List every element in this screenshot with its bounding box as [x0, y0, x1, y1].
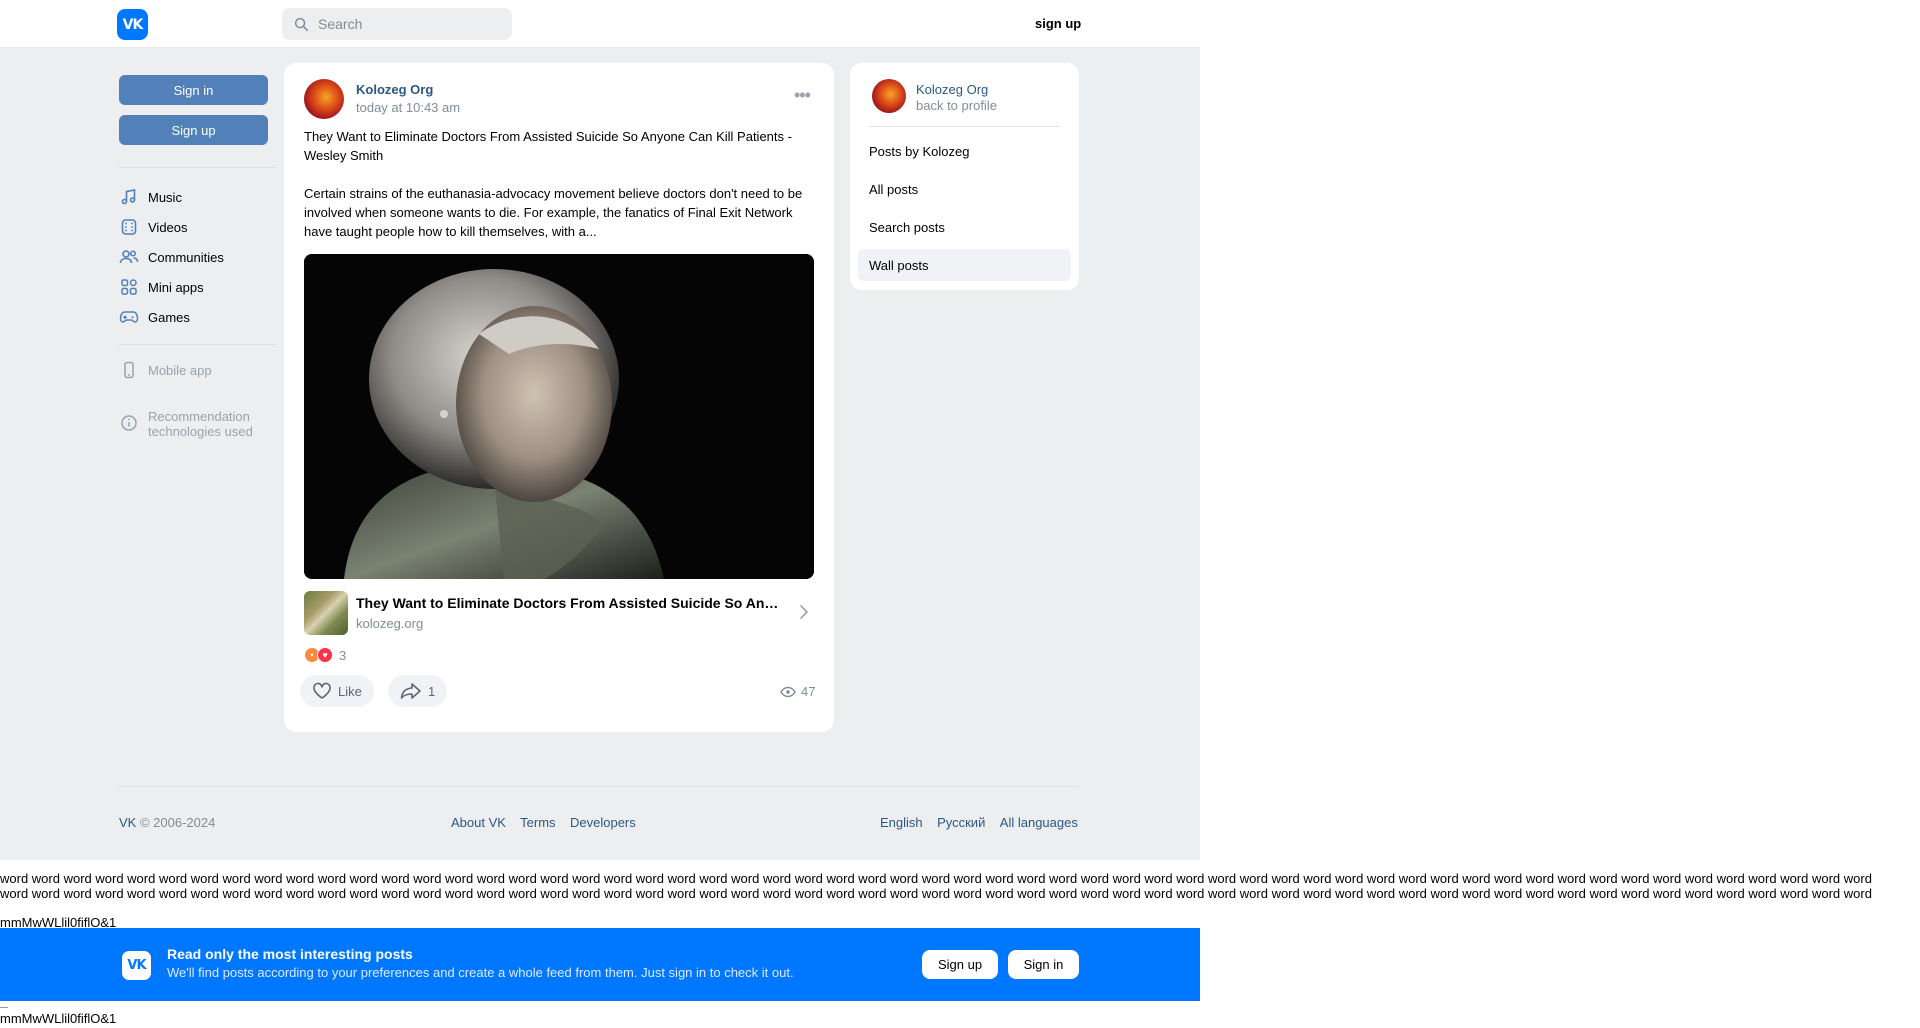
chevron-right-icon[interactable]	[798, 603, 810, 621]
banner-sign-up-button[interactable]: Sign up	[922, 950, 998, 979]
sidebar-item-videos[interactable]: Videos	[119, 216, 188, 238]
profile-menu-card: Kolozeg Org back to profile Posts by Kol…	[850, 63, 1079, 290]
sidebar-item-mobile-app[interactable]: Mobile app	[119, 359, 212, 381]
communities-icon	[119, 247, 139, 267]
music-note-icon	[119, 187, 139, 207]
phone-icon	[119, 360, 139, 380]
footer-link-terms[interactable]: Terms	[520, 815, 555, 830]
language-russian[interactable]: Русский	[937, 815, 985, 830]
footer-links: About VK Terms Developers	[451, 815, 636, 830]
sidebar-item-label: Mobile app	[148, 362, 212, 378]
footer-languages: English Русский All languages	[880, 815, 1078, 830]
elderly-woman-portrait-image	[304, 254, 814, 579]
footer-link-developers[interactable]: Developers	[570, 815, 636, 830]
search-input[interactable]	[318, 16, 498, 32]
sidebar-item-label: Mini apps	[148, 279, 204, 295]
sidebar-divider	[119, 344, 276, 345]
sidebar-item-label: Videos	[148, 219, 188, 235]
link-thumbnail	[304, 591, 348, 635]
mini-apps-icon	[119, 277, 139, 297]
post-body-text: Certain strains of the euthanasia-advoca…	[304, 186, 803, 239]
views-count: 47	[801, 684, 816, 699]
post-card: Kolozeg Org today at 10:43 am ••• They W…	[284, 63, 834, 732]
banner-subtitle: We'll find posts according to your prefe…	[167, 965, 794, 980]
share-count: 1	[428, 683, 436, 699]
sidebar-item-communities[interactable]: Communities	[119, 246, 224, 268]
more-options-icon[interactable]: •••	[794, 85, 811, 106]
profile-avatar[interactable]	[872, 79, 906, 113]
post-photo[interactable]	[304, 254, 814, 579]
glyph-test-line-2: mmMwWLlil0fiflO&1	[0, 1011, 117, 1026]
heart-icon	[313, 682, 331, 699]
divider-line	[0, 1007, 8, 1008]
banner-title: Read only the most interesting posts	[167, 946, 413, 962]
menu-divider	[870, 126, 1059, 127]
language-all[interactable]: All languages	[1000, 815, 1078, 830]
sidebar-item-games[interactable]: Games	[119, 306, 190, 328]
eye-icon	[780, 686, 796, 697]
views-counter: 47	[780, 684, 815, 699]
menu-item-posts-by-kolozeg[interactable]: Posts by Kolozeg	[858, 135, 1071, 167]
video-icon	[119, 217, 139, 237]
filler-text-block: word word word word word word word word …	[0, 871, 1920, 901]
post-text: They Want to Eliminate Doctors From Assi…	[304, 127, 816, 241]
copyright-years: © 2006-2024	[136, 815, 216, 830]
post-timestamp[interactable]: today at 10:43 am	[356, 100, 460, 115]
menu-item-wall-posts[interactable]: Wall posts	[858, 249, 1071, 281]
language-english[interactable]: English	[880, 815, 923, 830]
author-avatar[interactable]	[304, 79, 344, 119]
sidebar-item-label: Music	[148, 189, 182, 205]
like-label: Like	[338, 683, 362, 699]
sidebar-item-music[interactable]: Music	[119, 186, 182, 208]
sidebar-item-label: Communities	[148, 249, 224, 265]
sidebar-item-label: Games	[148, 309, 190, 325]
menu-item-all-posts[interactable]: All posts	[858, 173, 1071, 205]
back-to-profile-link[interactable]: back to profile	[916, 98, 997, 113]
footer-vk-link[interactable]: VK	[119, 815, 136, 830]
gamepad-icon	[119, 307, 139, 327]
signin-promo-banner: VK Read only the most interesting posts …	[0, 928, 1200, 1001]
filler-text-line-1: word word word word word word word word …	[0, 871, 1872, 886]
sidebar-item-label: Recommendation technologies used	[148, 409, 253, 439]
search-icon	[294, 17, 309, 31]
filler-text-line-2: word word word word word word word word …	[0, 886, 1872, 901]
footer-divider	[119, 786, 1079, 787]
header-signup-link[interactable]: sign up	[1035, 16, 1081, 31]
like-button[interactable]: Like	[300, 675, 374, 707]
heart-reaction-icon: ♥	[317, 647, 333, 663]
vk-logo-icon[interactable]: VK	[117, 9, 148, 40]
link-title[interactable]: They Want to Eliminate Doctors From Assi…	[356, 595, 786, 611]
search-box[interactable]	[282, 8, 512, 40]
vk-logo-icon: VK	[122, 951, 151, 980]
share-button[interactable]: 1	[388, 675, 448, 707]
post-title-text: They Want to Eliminate Doctors From Assi…	[304, 129, 792, 163]
recommendation-line-1: Recommendation	[148, 409, 250, 424]
sign-up-button[interactable]: Sign up	[119, 115, 268, 145]
reactions-count: 3	[339, 647, 347, 663]
top-bar: VK sign up	[0, 0, 1200, 48]
link-preview[interactable]: They Want to Eliminate Doctors From Assi…	[304, 591, 814, 637]
footer-copyright: VK © 2006-2024	[119, 815, 215, 830]
menu-item-search-posts[interactable]: Search posts	[858, 211, 1071, 243]
info-icon	[119, 413, 139, 433]
sign-in-button[interactable]: Sign in	[119, 75, 268, 105]
footer-link-about[interactable]: About VK	[451, 815, 506, 830]
banner-sign-in-button[interactable]: Sign in	[1008, 950, 1079, 979]
sidebar-divider	[119, 167, 276, 168]
share-icon	[400, 683, 421, 699]
recommendation-line-2: technologies used	[148, 424, 253, 439]
profile-name[interactable]: Kolozeg Org	[916, 82, 988, 97]
sidebar-item-mini-apps[interactable]: Mini apps	[119, 276, 204, 298]
link-domain: kolozeg.org	[356, 616, 424, 631]
sidebar-item-recommendation-tech[interactable]: Recommendation technologies used	[119, 409, 253, 443]
post-author-name[interactable]: Kolozeg Org	[356, 82, 433, 97]
reactions-summary[interactable]: • ♥ 3	[304, 647, 346, 663]
